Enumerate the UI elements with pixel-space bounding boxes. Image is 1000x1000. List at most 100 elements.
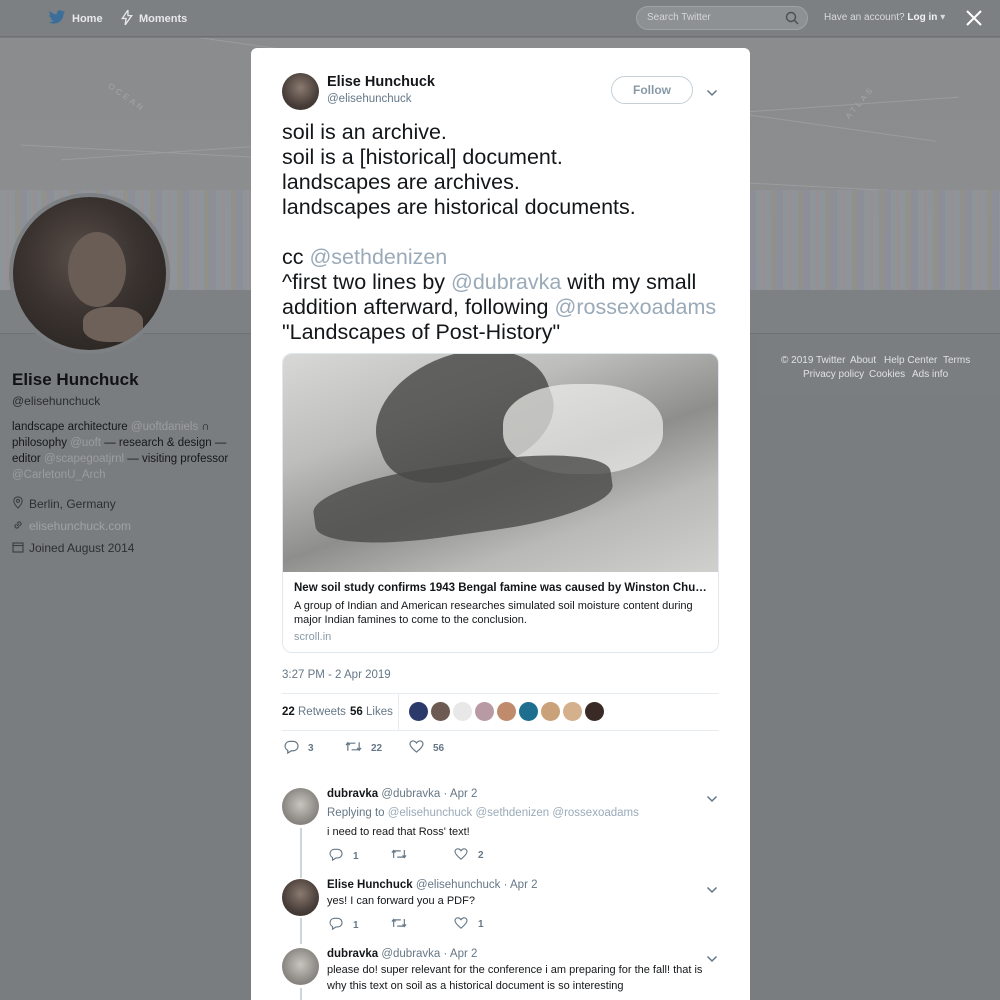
profile-avatar[interactable] xyxy=(9,193,170,354)
reply-tweet[interactable]: dubravka @dubravka · Apr 2 Replying to @… xyxy=(282,788,727,868)
footer-help-link[interactable]: Help Center xyxy=(884,355,937,366)
tweet-actions: 3 22 56 xyxy=(284,740,484,756)
retweets-stat[interactable]: 22 Retweets xyxy=(282,706,346,718)
tweet-line: soil is an archive. xyxy=(282,120,447,144)
reply-date[interactable]: · Apr 2 xyxy=(444,948,478,960)
liker-avatar[interactable] xyxy=(585,702,604,721)
bio-mention-link[interactable]: @scapegoatjrnl xyxy=(44,453,124,465)
chevron-down-icon[interactable] xyxy=(706,84,718,102)
reply-author-name[interactable]: Elise Hunchuck xyxy=(327,879,413,891)
nav-moments[interactable]: Moments xyxy=(121,7,188,28)
reply-date[interactable]: · Apr 2 xyxy=(444,788,478,800)
liker-avatar[interactable] xyxy=(563,702,582,721)
reply-action[interactable]: 3 xyxy=(284,740,314,757)
retweet-icon xyxy=(391,848,407,863)
tweet-text-fragment: addition afterward, following xyxy=(282,295,555,319)
reply-action[interactable]: 1 xyxy=(329,848,359,864)
author-name[interactable]: Elise Hunchuck xyxy=(327,74,435,90)
tweet-text: soil is an archive. soil is a [historica… xyxy=(282,120,727,345)
footer-privacy-link[interactable]: Privacy policy xyxy=(803,369,864,380)
footer-links: © 2019 Twitter About Help Center Terms P… xyxy=(757,334,1000,394)
bio-mention-link[interactable]: @CarletonU_Arch xyxy=(12,469,106,481)
profile-bio: landscape architecture @uoftdaniels ∩ ph… xyxy=(12,419,237,483)
reply-author-handle[interactable]: @dubravka xyxy=(381,788,440,800)
reply-avatar[interactable] xyxy=(282,788,319,825)
location-pin-icon xyxy=(12,496,24,512)
reply-author-name[interactable]: dubravka xyxy=(327,948,378,960)
link-preview-card[interactable]: New soil study confirms 1943 Bengal fami… xyxy=(282,353,719,653)
retweet-action[interactable]: 22 xyxy=(345,740,382,756)
card-image xyxy=(283,354,718,572)
website-link[interactable]: elisehunchuck.com xyxy=(29,519,131,533)
login-prompt: Have an account? Log in ▾ xyxy=(824,12,945,23)
reply-actions: 1 1 xyxy=(329,917,529,931)
profile-meta: Berlin, Germany elisehunchuck.com Joined… xyxy=(12,493,237,559)
nav-home[interactable]: Home xyxy=(48,10,103,28)
replying-mention[interactable]: @sethdenizen xyxy=(476,807,550,819)
liker-avatar[interactable] xyxy=(409,702,428,721)
link-icon xyxy=(12,519,24,534)
bio-mention-link[interactable]: @uoft xyxy=(70,437,101,449)
tweet-stats: 22 Retweets 56 Likes xyxy=(282,693,719,731)
retweet-action[interactable] xyxy=(391,848,407,863)
author-avatar[interactable] xyxy=(282,73,319,110)
likes-label: Likes xyxy=(366,706,393,718)
caret-down-icon[interactable]: ▾ xyxy=(940,12,945,23)
liker-avatar[interactable] xyxy=(431,702,450,721)
retweet-action[interactable] xyxy=(391,917,407,932)
login-link[interactable]: Log in xyxy=(907,12,937,23)
replying-mention[interactable]: @rossexoadams xyxy=(552,807,638,819)
nav-moments-label: Moments xyxy=(139,13,188,25)
tweet-line: cc @sethdenizen xyxy=(282,245,727,270)
like-action[interactable]: 2 xyxy=(454,848,484,863)
follow-button[interactable]: Follow xyxy=(611,76,693,104)
chevron-down-icon[interactable] xyxy=(706,790,718,808)
reply-actions: 1 2 xyxy=(329,848,529,862)
footer-cookies-link[interactable]: Cookies xyxy=(869,369,905,380)
close-icon[interactable] xyxy=(963,7,985,29)
reply-tweet[interactable]: dubravka @dubravka · Apr 2 please do! su… xyxy=(282,948,727,1000)
profile-name[interactable]: Elise Hunchuck xyxy=(12,370,237,390)
reply-text: i need to read that Ross' text! xyxy=(327,826,470,838)
liker-avatar[interactable] xyxy=(497,702,516,721)
tweet-timestamp[interactable]: 3:27 PM - 2 Apr 2019 xyxy=(282,669,391,681)
tweet-line: "Landscapes of Post-History" xyxy=(282,320,561,344)
mention-link[interactable]: @sethdenizen xyxy=(309,245,447,269)
footer-terms-link[interactable]: Terms xyxy=(943,355,970,366)
reply-date[interactable]: · Apr 2 xyxy=(504,879,538,891)
search-input[interactable]: Search Twitter xyxy=(636,6,808,30)
calendar-icon xyxy=(12,541,24,556)
reply-avatar[interactable] xyxy=(282,879,319,916)
reply-text: please do! super relevant for the confer… xyxy=(327,964,703,992)
liker-avatar[interactable] xyxy=(541,702,560,721)
likes-stat[interactable]: 56 Likes xyxy=(350,706,393,718)
reply-author-name[interactable]: dubravka xyxy=(327,788,378,800)
retweets-count: 22 xyxy=(282,706,295,718)
like-action[interactable]: 56 xyxy=(409,740,444,756)
profile-handle[interactable]: @elisehunchuck xyxy=(12,394,237,408)
footer-ads-link[interactable]: Ads info xyxy=(912,369,948,380)
mention-link[interactable]: @dubravka xyxy=(451,270,561,294)
reply-count: 1 xyxy=(353,919,359,931)
liker-avatar[interactable] xyxy=(453,702,472,721)
search-icon[interactable] xyxy=(785,11,799,28)
reply-avatar[interactable] xyxy=(282,948,319,985)
bio-mention-link[interactable]: @uoftdaniels xyxy=(131,421,198,433)
footer-about-link[interactable]: About xyxy=(850,355,876,366)
replying-mention[interactable]: @elisehunchuck xyxy=(388,807,473,819)
reply-icon xyxy=(329,917,343,933)
card-description: A group of Indian and American researche… xyxy=(294,600,693,626)
card-domain: scroll.in xyxy=(294,631,332,643)
reply-author-handle[interactable]: @dubravka xyxy=(381,948,440,960)
mention-link[interactable]: @rossexoadams xyxy=(555,295,717,319)
liker-avatar[interactable] xyxy=(475,702,494,721)
tweet-line: landscapes are archives. xyxy=(282,170,520,194)
reply-action[interactable]: 1 xyxy=(329,917,359,933)
liker-avatar[interactable] xyxy=(519,702,538,721)
reply-author-handle[interactable]: @elisehunchuck xyxy=(416,879,501,891)
author-handle[interactable]: @elisehunchuck xyxy=(327,93,412,105)
lightning-icon xyxy=(121,7,133,28)
reply-tweet[interactable]: Elise Hunchuck @elisehunchuck · Apr 2 ye… xyxy=(282,879,727,939)
like-action[interactable]: 1 xyxy=(454,917,484,932)
heart-icon xyxy=(454,848,468,863)
